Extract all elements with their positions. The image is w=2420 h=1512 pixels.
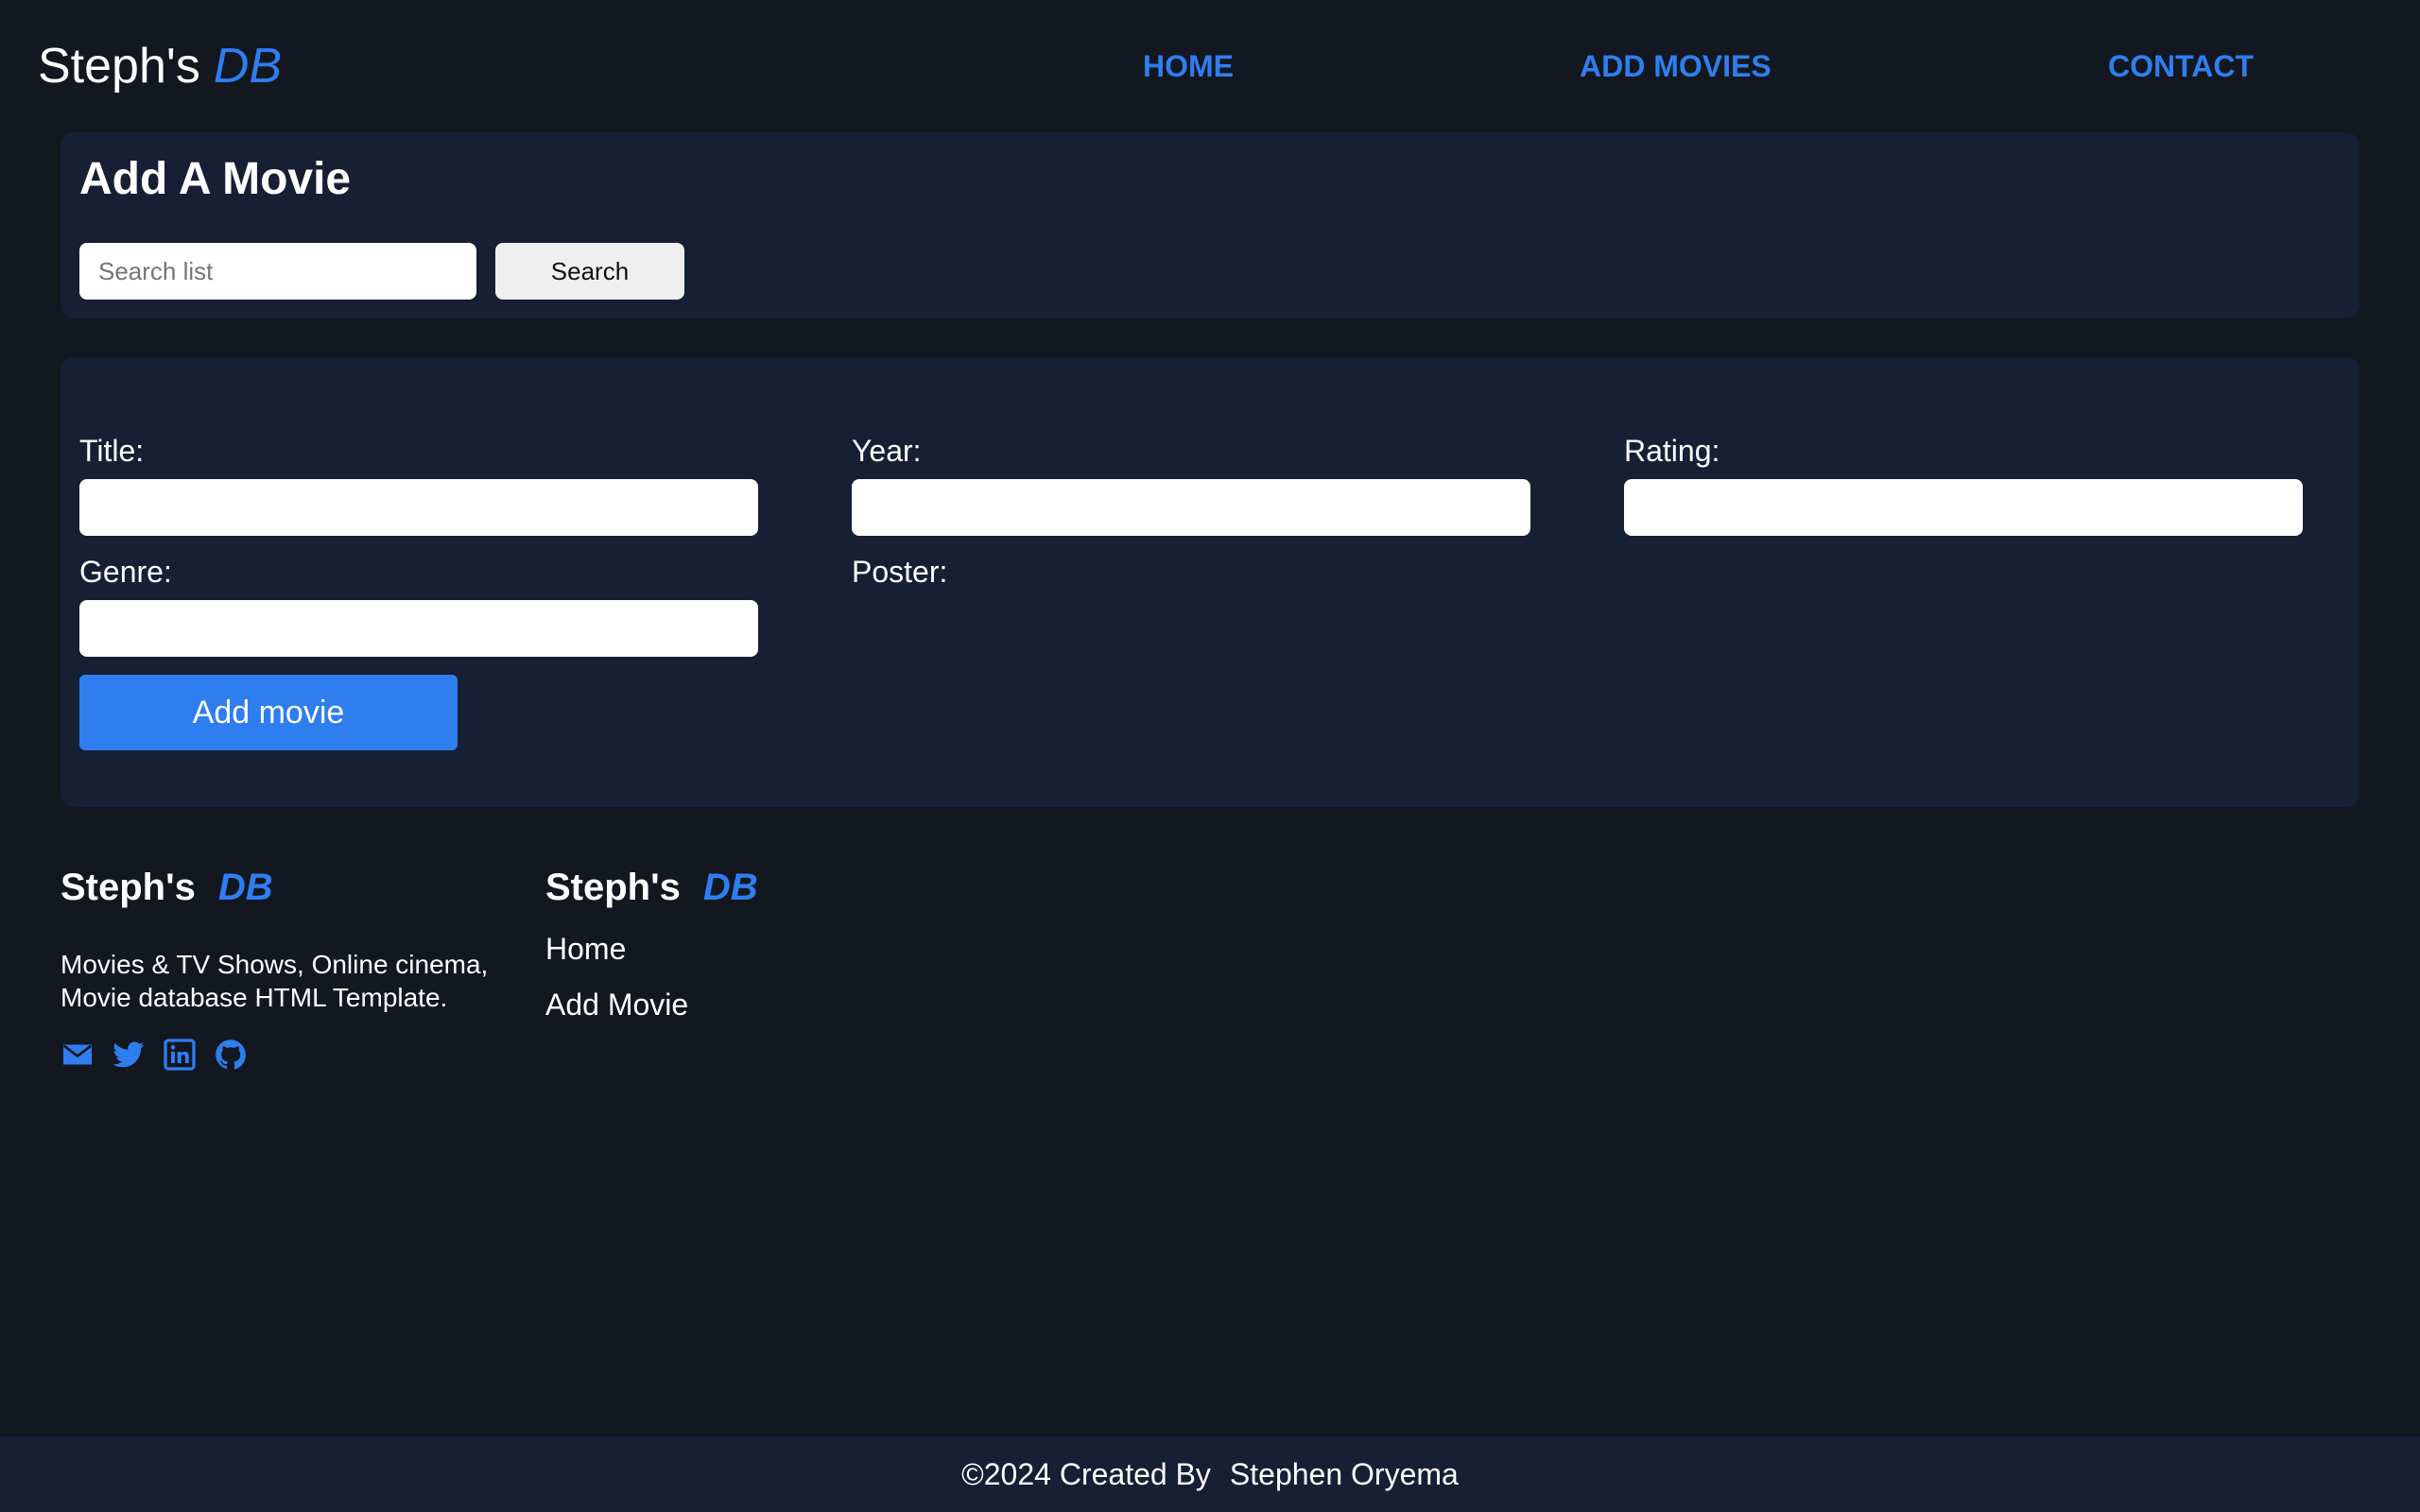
copyright-bar: ©2024 Created By Stephen Oryema bbox=[0, 1436, 2420, 1512]
genre-label: Genre: bbox=[79, 555, 172, 589]
copyright-text: ©2024 Created By bbox=[961, 1456, 1211, 1491]
genre-input[interactable] bbox=[79, 600, 758, 657]
title-label: Title: bbox=[79, 434, 145, 468]
title-input[interactable] bbox=[79, 479, 758, 536]
footer-links-heading-accent: DB bbox=[702, 867, 758, 908]
year-label: Year: bbox=[852, 434, 922, 468]
rating-label: Rating: bbox=[1624, 434, 1720, 468]
envelope-icon[interactable] bbox=[60, 1038, 95, 1072]
footer-brand-accent: DB bbox=[217, 867, 273, 908]
logo-main-text: Steph's bbox=[38, 39, 200, 94]
site-header: Steph's DB HOME ADD MOVIES CONTACT bbox=[0, 0, 2420, 132]
search-panel: Add A Movie Search bbox=[60, 132, 2360, 318]
author-name: Stephen Oryema bbox=[1229, 1456, 1459, 1491]
linkedin-icon[interactable] bbox=[163, 1038, 197, 1072]
footer-add-movie-link[interactable]: Add Movie bbox=[545, 986, 688, 1023]
nav-home-link[interactable]: HOME bbox=[1143, 47, 1234, 85]
logo-accent-text: DB bbox=[213, 39, 283, 94]
search-input[interactable] bbox=[79, 243, 476, 300]
social-links bbox=[60, 1036, 248, 1074]
year-input[interactable] bbox=[852, 479, 1530, 536]
rating-input[interactable] bbox=[1624, 479, 2303, 536]
footer-links-heading-main: Steph's bbox=[545, 867, 681, 908]
poster-label: Poster: bbox=[852, 555, 948, 589]
nav-add-movies-link[interactable]: ADD MOVIES bbox=[1580, 47, 1772, 85]
page-title: Add A Movie bbox=[79, 154, 352, 204]
search-button[interactable]: Search bbox=[495, 243, 684, 300]
nav-contact-link[interactable]: CONTACT bbox=[2108, 47, 2254, 85]
footer-brand-main: Steph's bbox=[60, 867, 196, 908]
add-movie-form: Title: Year: Rating: Genre: Poster: Add … bbox=[60, 357, 2360, 807]
add-movie-button[interactable]: Add movie bbox=[79, 675, 458, 750]
github-icon[interactable] bbox=[214, 1038, 248, 1072]
twitter-icon[interactable] bbox=[112, 1038, 146, 1072]
site-logo[interactable]: Steph's DB bbox=[38, 36, 282, 96]
footer-links-heading: Steph's DB bbox=[545, 864, 758, 911]
footer-home-link[interactable]: Home bbox=[545, 930, 626, 968]
footer-description: Movies & TV Shows, Online cinema, Movie … bbox=[60, 950, 489, 1012]
footer-brand: Steph's DB bbox=[60, 864, 273, 911]
